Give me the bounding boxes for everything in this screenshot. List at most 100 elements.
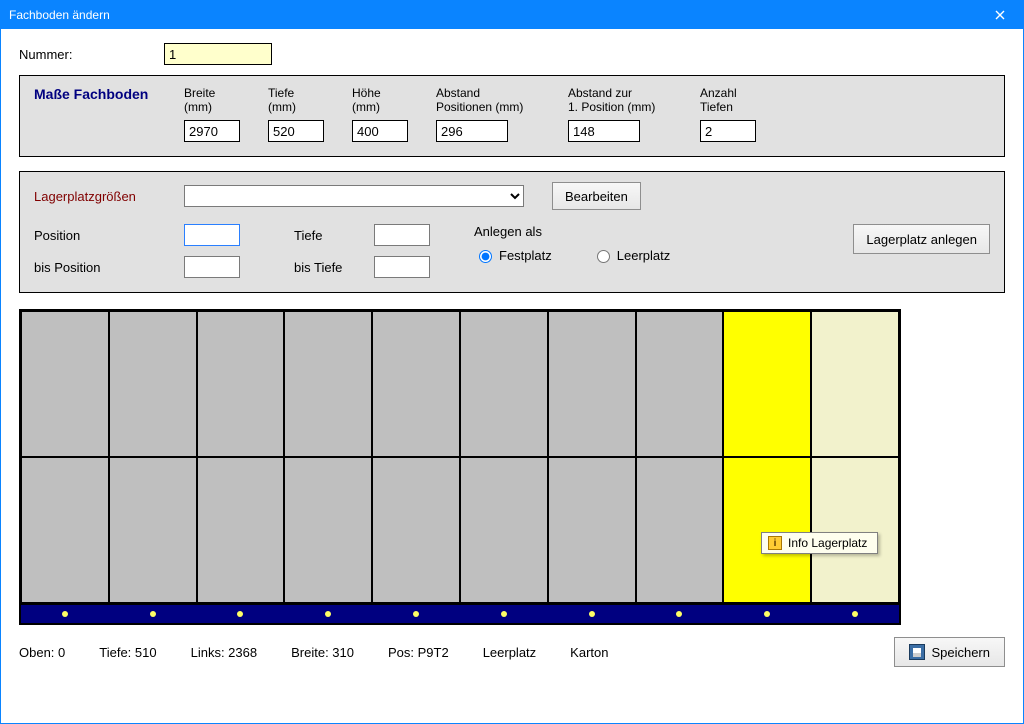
create-lagerplatz-button[interactable]: Lagerplatz anlegen: [853, 224, 990, 254]
shelf-cell[interactable]: [811, 311, 899, 457]
hoehe-input[interactable]: [352, 120, 408, 142]
status-bar: Oben: 0 Tiefe: 510 Links: 2368 Breite: 3…: [19, 637, 1005, 667]
bis-position-input[interactable]: [184, 256, 240, 278]
ruler-dot: [237, 611, 243, 617]
festplatz-radio[interactable]: [479, 250, 492, 263]
shelf-cell[interactable]: [21, 311, 109, 457]
ruler-tick: [811, 605, 899, 623]
shelf-cell[interactable]: [109, 457, 197, 603]
number-label: Nummer:: [19, 47, 164, 62]
col-abstand-first-label: Abstand zur1. Position (mm): [568, 86, 688, 120]
titlebar: Fachboden ändern: [1, 1, 1023, 29]
create-button-wrap: Lagerplatz anlegen: [853, 224, 990, 254]
status-karton: Karton: [570, 645, 608, 660]
bis-tiefe-label: bis Tiefe: [294, 260, 374, 275]
col-abstand-first: Abstand zur1. Position (mm): [568, 86, 688, 142]
shelf-cell[interactable]: [548, 457, 636, 603]
ruler-tick: [197, 605, 285, 623]
close-button[interactable]: [977, 1, 1023, 29]
create-lagerplatz-label: Lagerplatz anlegen: [866, 232, 977, 247]
edit-button[interactable]: Bearbeiten: [552, 182, 641, 210]
info-icon: i: [768, 536, 782, 550]
shelf-cell[interactable]: [548, 311, 636, 457]
close-icon: [995, 10, 1005, 20]
bis-position-label: bis Position: [34, 260, 184, 275]
ruler-tick: [284, 605, 372, 623]
status-tiefe: Tiefe: 510: [99, 645, 156, 660]
ruler-dot: [764, 611, 770, 617]
save-icon: [909, 644, 925, 660]
info-tooltip-text: Info Lagerplatz: [788, 536, 867, 550]
shelf-cell[interactable]: [284, 457, 372, 603]
breite-input[interactable]: [184, 120, 240, 142]
bis-tiefe-input[interactable]: [374, 256, 430, 278]
shelf-cell[interactable]: [372, 311, 460, 457]
status-breite: Breite: 310: [291, 645, 354, 660]
status-oben: Oben: 0: [19, 645, 65, 660]
col-breite: Breite(mm): [184, 86, 256, 142]
shelf-cell[interactable]: [109, 311, 197, 457]
viz-area: [19, 309, 1005, 625]
status-leerplatz: Leerplatz: [483, 645, 536, 660]
shelf-cell[interactable]: [460, 311, 548, 457]
anlegen-block: Anlegen als Festplatz Leerplatz: [474, 224, 670, 263]
leerplatz-text: Leerplatz: [617, 248, 670, 263]
shelf-row: [21, 457, 899, 603]
col-tiefe-label: Tiefe(mm): [268, 86, 340, 120]
shelf-cell[interactable]: [811, 457, 899, 603]
ruler-tick: [548, 605, 636, 623]
dimensions-row: Maße Fachboden Breite(mm) Tiefe(mm) Höhe…: [34, 86, 990, 142]
number-input[interactable]: [164, 43, 272, 65]
window-title: Fachboden ändern: [1, 8, 977, 22]
number-row: Nummer:: [19, 43, 1005, 65]
status-pos: Pos: P9T2: [388, 645, 449, 660]
shelf-cell[interactable]: [21, 457, 109, 603]
leerplatz-radio[interactable]: [597, 250, 610, 263]
ruler-dot: [676, 611, 682, 617]
window: Fachboden ändern Nummer: Maße Fachboden …: [0, 0, 1024, 724]
ruler-tick: [109, 605, 197, 623]
col-breite-label: Breite(mm): [184, 86, 256, 120]
ruler-dot: [413, 611, 419, 617]
anzahl-tiefen-input[interactable]: [700, 120, 756, 142]
col-tiefe: Tiefe(mm): [268, 86, 340, 142]
shelf-cell[interactable]: [723, 457, 811, 603]
position-input[interactable]: [184, 224, 240, 246]
save-button[interactable]: Speichern: [894, 637, 1005, 667]
dimensions-title: Maße Fachboden: [34, 86, 184, 142]
abstand-first-input[interactable]: [568, 120, 640, 142]
tiefe-input[interactable]: [268, 120, 324, 142]
col-anzahl-tiefen: AnzahlTiefen: [700, 86, 770, 142]
shelf-cell[interactable]: [197, 311, 285, 457]
abstand-pos-input[interactable]: [436, 120, 508, 142]
col-abstand-pos: AbstandPositionen (mm): [436, 86, 556, 142]
shelf-cell[interactable]: [372, 457, 460, 603]
lagerplatz-panel: Lagerplatzgrößen Bearbeiten Position Tie…: [19, 171, 1005, 293]
shelf-row: [21, 311, 899, 457]
ruler-dot: [852, 611, 858, 617]
position-label: Position: [34, 228, 184, 243]
sizes-select[interactable]: [184, 185, 524, 207]
position-row: Position Tiefe bis Position bis Tiefe An…: [34, 224, 990, 278]
save-button-label: Speichern: [931, 645, 990, 660]
tiefe-input2[interactable]: [374, 224, 430, 246]
shelf-ruler: [19, 605, 901, 625]
festplatz-text: Festplatz: [499, 248, 552, 263]
shelf-cell[interactable]: [460, 457, 548, 603]
tiefe-label2: Tiefe: [294, 228, 374, 243]
shelf-cell[interactable]: [723, 311, 811, 457]
ruler-dot: [325, 611, 331, 617]
shelf-cell[interactable]: [197, 457, 285, 603]
festplatz-radio-label[interactable]: Festplatz: [474, 247, 552, 263]
ruler-tick: [372, 605, 460, 623]
edit-button-label: Bearbeiten: [565, 189, 628, 204]
col-abstand-pos-label: AbstandPositionen (mm): [436, 86, 556, 120]
col-anzahl-tiefen-label: AnzahlTiefen: [700, 86, 770, 120]
shelf-cell[interactable]: [636, 457, 724, 603]
position-fields: Position Tiefe bis Position bis Tiefe: [34, 224, 444, 278]
ruler-dot: [62, 611, 68, 617]
info-tooltip[interactable]: i Info Lagerplatz: [761, 532, 878, 554]
leerplatz-radio-label[interactable]: Leerplatz: [592, 247, 670, 263]
shelf-cell[interactable]: [284, 311, 372, 457]
shelf-cell[interactable]: [636, 311, 724, 457]
